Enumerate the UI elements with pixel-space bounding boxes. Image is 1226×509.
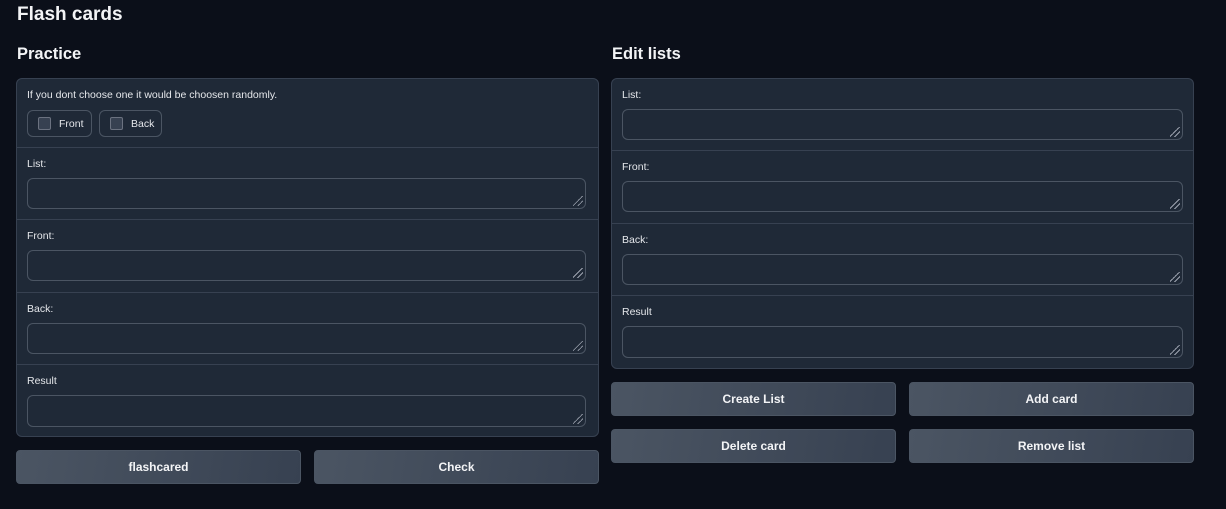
checkbox-box[interactable] — [110, 117, 123, 130]
practice-front-input[interactable] — [27, 250, 586, 281]
edit-front-label: Front: — [622, 161, 650, 173]
practice-result-output[interactable] — [27, 395, 586, 427]
edit-result-output[interactable] — [622, 326, 1183, 358]
practice-column: Practice If you dont choose one it would… — [16, 44, 599, 484]
resize-grip-icon[interactable] — [1170, 199, 1180, 209]
practice-result-label: Result — [27, 375, 57, 387]
front-checkbox-label: Front — [59, 117, 84, 130]
resize-grip-icon[interactable] — [573, 268, 583, 278]
resize-grip-icon[interactable] — [1170, 345, 1180, 355]
practice-back-label: Back: — [27, 303, 54, 315]
resize-grip-icon[interactable] — [573, 196, 583, 206]
practice-back-input[interactable] — [27, 323, 586, 354]
resize-grip-icon[interactable] — [1170, 272, 1180, 282]
resize-grip-icon[interactable] — [573, 341, 583, 351]
practice-result-block: Result — [17, 365, 598, 436]
practice-back-block: Back: — [17, 293, 598, 365]
edit-title: Edit lists — [612, 45, 681, 63]
front-checkbox[interactable]: Front — [27, 110, 92, 137]
add-card-button[interactable]: Add card — [909, 382, 1194, 416]
side-choice-hint: If you dont choose one it would be choos… — [27, 89, 278, 101]
side-choice-block: If you dont choose one it would be choos… — [17, 79, 598, 148]
practice-list-input[interactable] — [27, 178, 586, 209]
back-checkbox[interactable]: Back — [99, 110, 162, 137]
practice-front-block: Front: — [17, 220, 598, 293]
check-button[interactable]: Check — [314, 450, 599, 484]
page-title: Flash cards — [17, 4, 123, 25]
create-list-button[interactable]: Create List — [611, 382, 896, 416]
delete-card-button[interactable]: Delete card — [611, 429, 896, 463]
remove-list-button[interactable]: Remove list — [909, 429, 1194, 463]
checkbox-box[interactable] — [38, 117, 51, 130]
resize-grip-icon[interactable] — [573, 414, 583, 424]
edit-column: Edit lists List: Front: Back: Result Cre… — [611, 44, 1194, 463]
edit-back-label: Back: — [622, 234, 649, 246]
practice-title: Practice — [17, 45, 82, 63]
edit-list-label: List: — [622, 89, 642, 101]
edit-list-block: List: — [612, 79, 1193, 151]
edit-panel: List: Front: Back: Result — [611, 78, 1194, 369]
edit-back-block: Back: — [612, 224, 1193, 296]
edit-result-label: Result — [622, 306, 652, 318]
edit-list-input[interactable] — [622, 109, 1183, 140]
edit-front-input[interactable] — [622, 181, 1183, 212]
flashcard-button[interactable]: flashcared — [16, 450, 301, 484]
back-checkbox-label: Back — [131, 117, 155, 130]
resize-grip-icon[interactable] — [1170, 127, 1180, 137]
practice-front-label: Front: — [27, 230, 55, 242]
edit-back-input[interactable] — [622, 254, 1183, 285]
practice-list-block: List: — [17, 148, 598, 220]
edit-result-block: Result — [612, 296, 1193, 368]
edit-front-block: Front: — [612, 151, 1193, 224]
practice-list-label: List: — [27, 158, 47, 170]
practice-panel: If you dont choose one it would be choos… — [16, 78, 599, 437]
